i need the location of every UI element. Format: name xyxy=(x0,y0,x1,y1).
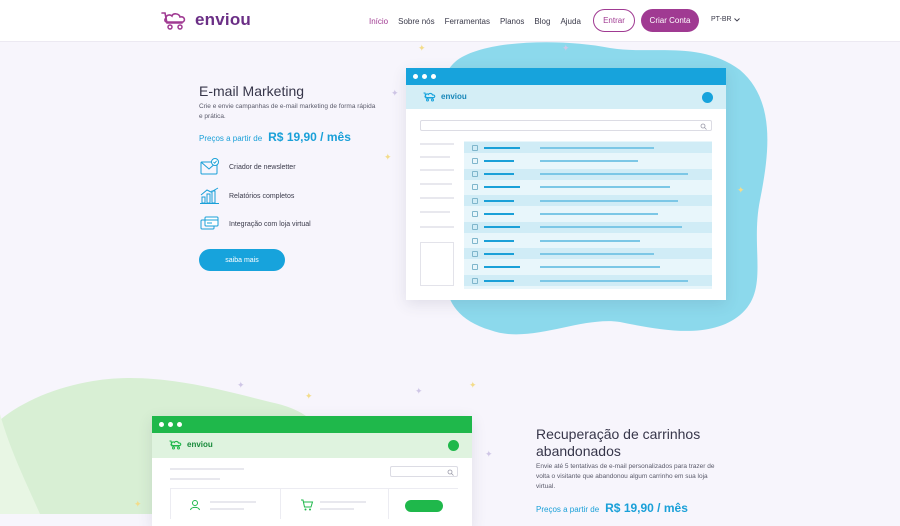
shopping-cart-icon xyxy=(301,499,314,511)
sparkle-decoration: ✦ xyxy=(485,449,493,459)
nav-item-ferramentas[interactable]: Ferramentas xyxy=(445,17,490,26)
checkbox-icon xyxy=(472,277,478,284)
list-item xyxy=(464,168,712,180)
main-nav: Início Sobre nós Ferramentas Planos Blog… xyxy=(369,0,591,42)
list-item xyxy=(464,235,712,247)
checkbox-icon xyxy=(472,224,478,231)
email-marketing-price: Preços a partir de R$ 19,90 / mês xyxy=(199,130,351,144)
cart-recovery-title: Recuperação de carrinhos abandonados xyxy=(536,426,701,459)
price-value: R$ 19,90 / mês xyxy=(605,501,688,515)
login-button[interactable]: Entrar xyxy=(593,9,635,32)
sparkle-decoration: ✦ xyxy=(418,43,426,53)
feature-label: Relatórios completos xyxy=(229,192,295,200)
list-item xyxy=(464,155,712,167)
feature-label: Criador de newsletter xyxy=(229,163,296,171)
list-item xyxy=(464,275,712,286)
list-item xyxy=(464,195,712,207)
cart-cloud-logo-icon xyxy=(423,92,436,102)
window-dot-icon xyxy=(168,422,173,427)
bar-chart-icon xyxy=(200,187,219,204)
feature-newsletter: Criador de newsletter xyxy=(199,158,296,176)
language-label: PT-BR xyxy=(711,16,732,23)
list-item xyxy=(464,221,712,233)
email-dashboard-mockup: enviou xyxy=(406,68,726,300)
search-icon xyxy=(447,469,454,476)
nav-item-planos[interactable]: Planos xyxy=(500,17,524,26)
list-item xyxy=(464,248,712,260)
mock-action-button xyxy=(405,500,443,512)
language-selector[interactable]: PT-BR xyxy=(711,16,740,23)
site-header: enviou Início Sobre nós Ferramentas Plan… xyxy=(0,0,900,42)
list-item xyxy=(464,142,712,153)
feature-reports: Relatórios completos xyxy=(199,187,294,205)
feature-label: Integração com loja virtual xyxy=(229,220,311,228)
window-title-bar xyxy=(152,416,472,433)
checkbox-icon xyxy=(472,211,478,217)
sparkle-decoration: ✦ xyxy=(237,380,245,390)
checkbox-icon xyxy=(472,264,478,271)
price-label: Preços a partir de xyxy=(536,505,600,514)
sparkle-decoration: ✦ xyxy=(391,88,399,98)
brand-logo[interactable]: enviou xyxy=(160,9,251,31)
mock-search-bar xyxy=(420,120,712,131)
window-dot-icon xyxy=(413,74,418,79)
learn-more-button[interactable]: saiba mais xyxy=(199,249,285,271)
signup-button[interactable]: Criar Conta xyxy=(641,9,699,32)
mock-email-list xyxy=(464,141,712,289)
search-icon xyxy=(700,123,707,130)
mock-app-header: enviou xyxy=(406,85,726,109)
cart-recovery-price: Preços a partir de R$ 19,90 / mês xyxy=(536,501,688,515)
nav-item-sobre-nos[interactable]: Sobre nós xyxy=(398,17,434,26)
checkbox-icon xyxy=(472,250,478,257)
cart-cloud-logo-icon xyxy=(161,12,186,30)
sparkle-decoration: ✦ xyxy=(415,386,423,396)
mock-logo: enviou xyxy=(168,439,213,450)
status-dot-icon xyxy=(448,440,459,451)
sparkle-decoration: ✦ xyxy=(384,152,392,162)
cart-recovery-mockup: enviou xyxy=(152,416,472,526)
window-title-bar xyxy=(406,68,726,85)
sparkle-decoration: ✦ xyxy=(737,185,745,195)
price-label: Preços a partir de xyxy=(199,134,263,143)
user-icon xyxy=(190,500,200,511)
nav-item-ajuda[interactable]: Ajuda xyxy=(560,17,580,26)
status-dot-icon xyxy=(702,92,713,103)
nav-item-blog[interactable]: Blog xyxy=(534,17,550,26)
mock-search-bar xyxy=(390,466,458,477)
mock-logo-text: enviou xyxy=(441,92,467,101)
mock-logo-text: enviou xyxy=(187,440,213,449)
mock-app-header: enviou xyxy=(152,433,472,458)
nav-item-inicio[interactable]: Início xyxy=(369,17,388,26)
logo-text: enviou xyxy=(195,10,251,29)
newsletter-icon xyxy=(200,158,219,175)
window-dot-icon xyxy=(177,422,182,427)
window-dot-icon xyxy=(431,74,436,79)
email-marketing-title: E-mail Marketing xyxy=(199,83,305,99)
chevron-down-icon xyxy=(733,17,740,22)
checkbox-icon xyxy=(472,197,478,204)
feature-store-integration: Integração com loja virtual xyxy=(199,215,311,233)
list-item xyxy=(464,208,712,220)
checkbox-icon xyxy=(472,144,478,151)
card-integration-icon xyxy=(200,216,219,230)
window-dot-icon xyxy=(159,422,164,427)
price-value: R$ 19,90 / mês xyxy=(268,130,351,144)
sparkle-decoration: ✦ xyxy=(469,380,477,390)
sparkle-decoration: ✦ xyxy=(134,499,142,509)
checkbox-icon xyxy=(472,157,478,164)
cart-recovery-description: Envie até 5 tentativas de e-mail persona… xyxy=(536,463,715,490)
list-item xyxy=(464,181,712,193)
checkbox-icon xyxy=(472,171,478,178)
window-dot-icon xyxy=(422,74,427,79)
sparkle-decoration: ✦ xyxy=(562,43,570,53)
email-marketing-description: Crie e envie campanhas de e-mail marketi… xyxy=(199,103,376,120)
checkbox-icon xyxy=(472,237,478,244)
cart-cloud-logo-icon xyxy=(169,440,182,450)
sparkle-decoration: ✦ xyxy=(305,391,313,401)
list-item xyxy=(464,261,712,273)
mock-logo: enviou xyxy=(422,91,467,102)
checkbox-icon xyxy=(472,184,478,191)
